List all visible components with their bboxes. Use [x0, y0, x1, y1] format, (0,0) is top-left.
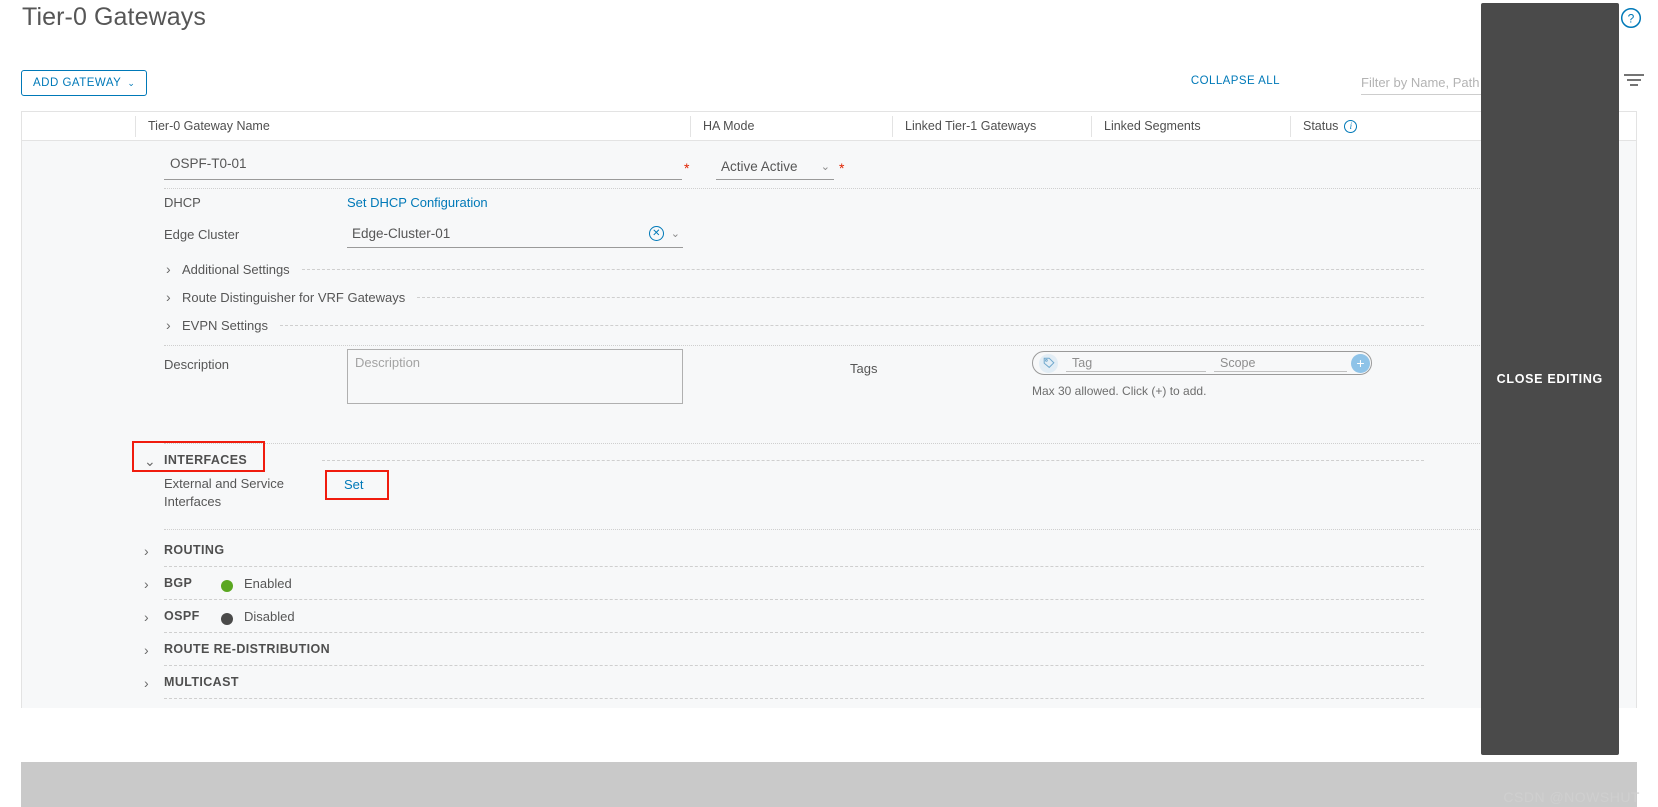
gateway-name-field-wrapper	[164, 155, 682, 180]
tag-icon	[1039, 353, 1058, 373]
divider	[164, 443, 1572, 444]
tier0-gateways-page: Tier-0 Gateways ? ADD GATEWAY ⌄ COLLAPSE…	[0, 0, 1658, 807]
edge-cluster-value: Edge-Cluster-01	[352, 226, 451, 241]
divider	[164, 698, 1424, 699]
clear-icon[interactable]: ✕	[648, 226, 664, 241]
divider	[280, 324, 1424, 326]
chevron-right-icon: ›	[144, 609, 149, 625]
section-evpn-settings-label: EVPN Settings	[182, 317, 268, 333]
section-route-distinguisher-label: Route Distinguisher for VRF Gateways	[182, 289, 406, 305]
tag-input[interactable]	[1066, 354, 1206, 372]
ha-mode-select[interactable]: Active Active ⌄	[716, 155, 834, 180]
divider	[164, 599, 1424, 600]
status-dot-ospf	[221, 613, 233, 625]
column-header-status-label: Status	[1303, 119, 1339, 133]
divider	[417, 296, 1424, 298]
edge-cluster-select[interactable]: Edge-Cluster-01 ✕ ⌄	[347, 222, 683, 248]
gateways-grid: Tier-0 Gateway Name HA Mode Linked Tier-…	[21, 111, 1637, 708]
column-header-linked-segments[interactable]: Linked Segments	[1091, 112, 1290, 141]
section-multicast-label: MULTICAST	[164, 675, 239, 689]
divider	[164, 665, 1424, 666]
chevron-right-icon: ›	[144, 675, 149, 691]
column-header-ha-mode[interactable]: HA Mode	[690, 112, 892, 141]
collapse-all-button[interactable]: COLLAPSE ALL	[1191, 75, 1280, 87]
chevron-right-icon: ›	[144, 642, 149, 658]
page-title: Tier-0 Gateways	[22, 3, 206, 31]
status-dot-bgp	[221, 580, 233, 592]
section-ospf-state: Disabled	[244, 609, 295, 624]
toolbar: ADD GATEWAY ⌄ COLLAPSE ALL	[0, 62, 1658, 104]
column-header-linked-tier1[interactable]: Linked Tier-1 Gateways	[892, 112, 1091, 141]
chevron-right-icon: ›	[166, 317, 171, 333]
section-bgp-state: Enabled	[244, 576, 292, 591]
chevron-down-icon[interactable]: ⌄	[144, 453, 156, 470]
edge-cluster-row: Edge Cluster Edge-Cluster-01 ✕ ⌄	[22, 219, 1636, 255]
section-evpn-settings[interactable]: › EVPN Settings	[22, 311, 1636, 339]
chevron-right-icon: ›	[166, 261, 171, 277]
section-bgp[interactable]: › BGP Enabled	[22, 568, 1636, 601]
description-label: Description	[164, 357, 230, 372]
grid-header-row: Tier-0 Gateway Name HA Mode Linked Tier-…	[22, 112, 1636, 141]
footer-bar	[21, 762, 1637, 807]
edge-cluster-label: Edge Cluster	[164, 227, 240, 242]
interfaces-sub-label: External and Service Interfaces	[164, 476, 284, 509]
divider	[164, 566, 1424, 567]
chevron-down-icon: ⌄	[670, 228, 680, 240]
tag-entry-control: +	[1032, 351, 1372, 375]
chevron-down-icon: ⌄	[820, 160, 830, 173]
section-additional-settings[interactable]: › Additional Settings	[22, 255, 1636, 283]
gateway-name-required-mark: *	[684, 160, 690, 176]
divider	[164, 529, 1572, 530]
section-interfaces-label: INTERFACES	[164, 453, 248, 467]
section-ospf-label: OSPF	[164, 609, 200, 623]
tags-hint: Max 30 allowed. Click (+) to add.	[1032, 384, 1207, 398]
tags-label: Tags	[850, 361, 878, 376]
chevron-down-icon: ⌄	[127, 77, 136, 88]
dhcp-row: DHCP Set DHCP Configuration	[22, 189, 1636, 219]
chevron-right-icon: ›	[166, 289, 171, 305]
section-ospf[interactable]: › OSPF Disabled	[22, 601, 1636, 634]
description-textarea[interactable]	[347, 349, 683, 404]
divider	[164, 345, 1572, 346]
divider	[301, 268, 1424, 270]
add-gateway-label: ADD GATEWAY	[33, 77, 122, 89]
name-and-ha-row: * Active Active ⌄ *	[22, 141, 1636, 188]
dhcp-label: DHCP	[164, 195, 201, 210]
divider	[322, 460, 1424, 461]
scope-input[interactable]	[1214, 354, 1347, 372]
gateway-name-input[interactable]	[164, 156, 682, 173]
expanded-gateway-row: * Active Active ⌄ * DHCP Set DHCP Config…	[22, 141, 1636, 708]
section-bgp-label: BGP	[164, 576, 193, 590]
filter-lines-icon[interactable]	[1624, 74, 1644, 88]
watermark: CSDN @NOWSHUT	[1503, 789, 1640, 805]
close-editing-button[interactable]: CLOSE EDITING	[1480, 3, 1619, 755]
set-dhcp-configuration-link[interactable]: Set DHCP Configuration	[347, 195, 488, 210]
section-routing[interactable]: › ROUTING	[22, 535, 1636, 568]
section-multicast[interactable]: › MULTICAST	[22, 667, 1636, 700]
divider	[164, 632, 1424, 633]
help-circle-icon[interactable]: ?	[1620, 7, 1642, 29]
info-icon[interactable]: i	[1344, 119, 1358, 133]
ha-mode-value: Active Active	[721, 158, 798, 174]
svg-text:?: ?	[1628, 11, 1635, 25]
column-header-expander	[22, 112, 135, 141]
add-gateway-button[interactable]: ADD GATEWAY ⌄	[21, 70, 148, 96]
ha-mode-required-mark: *	[839, 160, 845, 176]
section-route-redistribution[interactable]: › ROUTE RE-DISTRIBUTION	[22, 634, 1636, 667]
section-route-redistribution-label: ROUTE RE-DISTRIBUTION	[164, 642, 331, 656]
add-tag-button[interactable]: +	[1351, 353, 1370, 373]
chevron-right-icon: ›	[144, 543, 149, 559]
column-header-gateway-name[interactable]: Tier-0 Gateway Name	[135, 112, 690, 141]
section-additional-settings-label: Additional Settings	[182, 261, 290, 277]
section-route-distinguisher[interactable]: › Route Distinguisher for VRF Gateways	[22, 283, 1636, 311]
chevron-right-icon: ›	[144, 576, 149, 592]
set-interfaces-link[interactable]: Set	[344, 477, 364, 492]
column-header-status[interactable]: Status i	[1290, 112, 1489, 141]
section-interfaces: ⌄ INTERFACES External and Service Interf…	[22, 441, 1636, 521]
section-routing-label: ROUTING	[164, 543, 225, 557]
description-and-tags-row: Description Tags + Max 30 allowed. Click…	[22, 349, 1636, 435]
